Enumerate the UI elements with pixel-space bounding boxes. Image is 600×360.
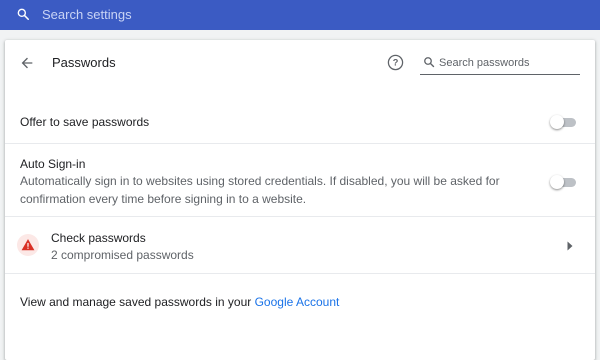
search-icon: [424, 57, 435, 68]
passwords-card: Passwords ? Offer to save passwords Auto…: [5, 40, 595, 360]
chevron-right-icon[interactable]: [566, 241, 574, 251]
search-passwords-input[interactable]: [439, 54, 577, 71]
check-passwords-row[interactable]: Check passwords 2 compromised passwords: [5, 216, 595, 274]
auto-signin-description: Automatically sign in to websites using …: [20, 174, 500, 206]
toggle-knob: [550, 175, 564, 189]
compromised-count: 2 compromised passwords: [51, 248, 194, 262]
warning-icon-badge: [17, 234, 39, 256]
offer-to-save-label: Offer to save passwords: [20, 115, 150, 129]
settings-search-bar[interactable]: Search settings: [0, 0, 600, 30]
help-icon[interactable]: ?: [387, 54, 404, 71]
page-title: Passwords: [52, 55, 116, 70]
offer-to-save-row[interactable]: Offer to save passwords: [5, 97, 595, 143]
manage-passwords-prefix: View and manage saved passwords in your: [20, 295, 255, 309]
svg-text:?: ?: [393, 58, 399, 68]
google-account-link[interactable]: Google Account: [255, 295, 340, 309]
manage-passwords-row: View and manage saved passwords in your …: [5, 273, 595, 332]
toggle-knob: [550, 115, 564, 129]
search-passwords-field[interactable]: [420, 53, 580, 75]
warning-icon: [21, 239, 35, 251]
check-passwords-label: Check passwords: [51, 231, 146, 245]
auto-signin-label: Auto Sign-in: [20, 157, 86, 171]
back-arrow-icon[interactable]: [19, 55, 35, 71]
auto-signin-toggle[interactable]: [550, 175, 578, 189]
search-icon: [17, 8, 30, 21]
auto-signin-row[interactable]: Auto Sign-in Automatically sign in to we…: [5, 143, 595, 217]
passwords-header: Passwords ?: [5, 40, 595, 86]
manage-passwords-text: View and manage saved passwords in your …: [20, 295, 339, 309]
offer-to-save-toggle[interactable]: [550, 115, 578, 129]
search-settings-placeholder[interactable]: Search settings: [42, 7, 132, 22]
